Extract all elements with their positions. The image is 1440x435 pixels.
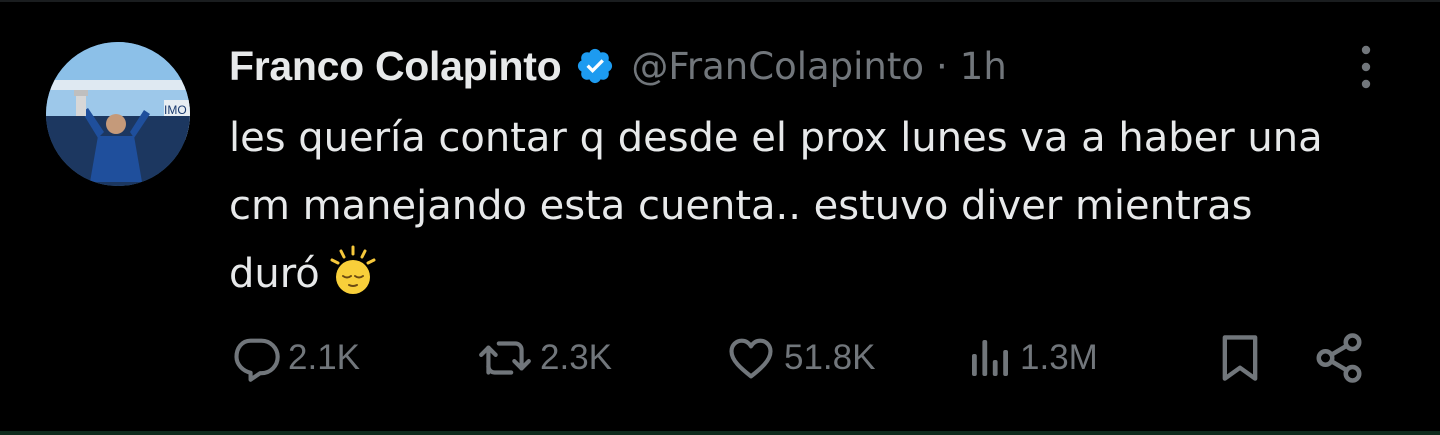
reply-button[interactable]: 2.1K [230, 330, 360, 386]
retweet-button[interactable]: 2.3K [476, 330, 612, 386]
svg-text:IMO: IMO [164, 103, 187, 117]
bookmark-icon [1214, 331, 1266, 385]
views-count: 1.3M [1020, 338, 1098, 377]
tweet-card[interactable]: IMO SC Franco Colapinto @FranColapinto ·… [0, 0, 1440, 435]
author-display-name[interactable]: Franco Colapinto [229, 43, 562, 90]
like-count: 51.8K [784, 338, 876, 377]
verified-badge-icon [575, 46, 615, 86]
views-icon [966, 332, 1014, 384]
reply-icon [230, 332, 282, 384]
views-button[interactable]: 1.3M [966, 330, 1098, 386]
tweet-text: les quería contar q desde el prox lunes … [229, 104, 1399, 308]
bottom-border [0, 431, 1440, 435]
heart-icon [724, 332, 778, 384]
timestamp[interactable]: 1h [960, 45, 1007, 88]
like-button[interactable]: 51.8K [724, 330, 875, 386]
share-icon [1312, 331, 1366, 385]
avatar[interactable]: IMO SC [46, 42, 190, 186]
separator-dot: · [936, 44, 948, 88]
tweet-text-line: les quería contar q desde el prox lunes … [229, 115, 1323, 161]
author-handle[interactable]: @FranColapinto [631, 45, 924, 88]
reply-count: 2.1K [288, 338, 360, 377]
svg-text:SC: SC [168, 172, 185, 186]
bookmark-button[interactable] [1214, 330, 1266, 386]
more-vertical-icon[interactable] [1350, 42, 1382, 92]
tweet-text-line-last: duró [229, 240, 1399, 308]
sun-behind-face-emoji-icon [328, 245, 378, 295]
share-button[interactable] [1312, 330, 1366, 386]
top-border [0, 0, 1440, 2]
tweet-text-fragment: duró [229, 251, 320, 297]
retweet-count: 2.3K [540, 338, 612, 377]
retweet-icon [476, 332, 534, 384]
tweet-header: Franco Colapinto @FranColapinto · 1h [229, 38, 1007, 94]
tweet-text-line: cm manejando esta cuenta.. estuvo diver … [229, 183, 1253, 229]
action-bar: 2.1K 2.3K 51.8K 1.3M [0, 330, 1440, 386]
